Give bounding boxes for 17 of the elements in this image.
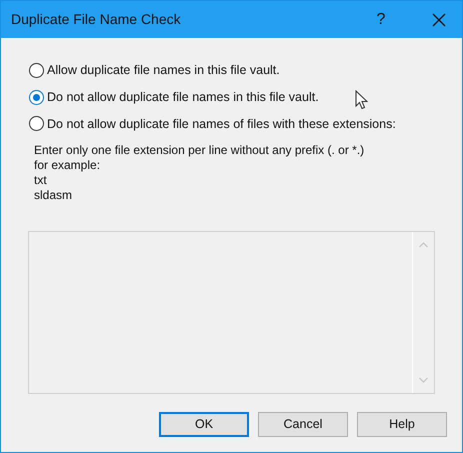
option-label[interactable]: Do not allow duplicate file names in this file vault. bbox=[47, 88, 319, 106]
instruction-text: txt bbox=[34, 173, 47, 188]
help-button[interactable]: ? bbox=[358, 1, 404, 38]
instruction-text: sldasm bbox=[34, 188, 72, 204]
option-label[interactable]: Allow duplicate file names in this file vault. bbox=[47, 61, 280, 80]
window-title: Duplicate File Name Check bbox=[11, 10, 182, 29]
dialog-button[interactable]: Cancel bbox=[258, 412, 348, 438]
radio-button[interactable] bbox=[29, 62, 44, 78]
instruction-text: for example: bbox=[34, 158, 100, 174]
radio-button[interactable] bbox=[29, 116, 44, 132]
dialog-button[interactable]: Help bbox=[357, 412, 447, 438]
option-label[interactable]: Do not allow duplicate file names of files with these extensions: bbox=[47, 114, 396, 134]
close-icon bbox=[432, 12, 446, 26]
instruction-text: Enter only one file extension per line without any prefix (. or *.) bbox=[34, 143, 364, 158]
dialog-button[interactable]: OK bbox=[159, 412, 249, 438]
radio-button[interactable] bbox=[29, 90, 44, 105]
mouse-pointer-icon bbox=[355, 90, 368, 110]
